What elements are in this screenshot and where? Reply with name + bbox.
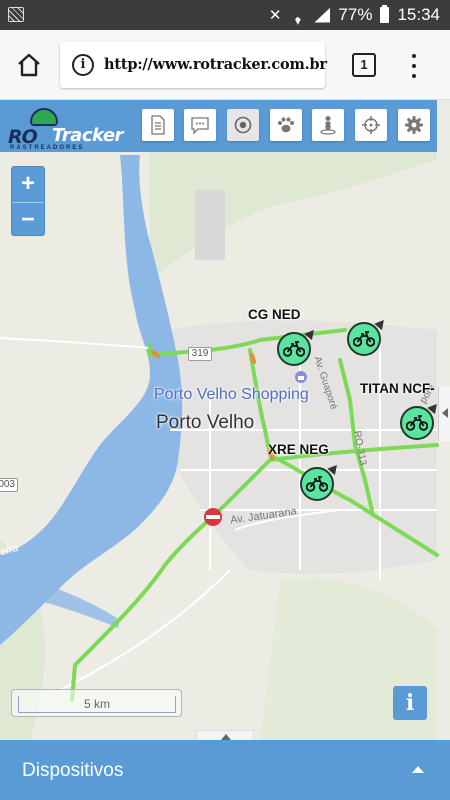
track-button[interactable] — [227, 109, 259, 141]
settings-button[interactable] — [398, 109, 430, 141]
person-location-button[interactable] — [312, 109, 344, 141]
motorcycle-icon — [406, 415, 428, 431]
scale-label: 5 km — [18, 696, 176, 713]
gear-icon — [405, 116, 423, 134]
devices-label: Dispositivos — [22, 760, 124, 781]
tabs-button[interactable]: 1 — [352, 53, 376, 77]
app-toolbar: RO Tracker RASTREADORES — [0, 100, 437, 152]
paw-icon — [278, 117, 294, 133]
vehicle-marker[interactable] — [300, 467, 334, 501]
chat-icon — [191, 117, 209, 135]
browser-menu-button[interactable] — [406, 52, 422, 80]
expand-up-icon[interactable] — [412, 766, 424, 773]
motorcycle-icon — [353, 331, 375, 347]
status-bar: ✕ 77% 15:34 — [0, 0, 450, 30]
vehicle-marker[interactable] — [400, 406, 434, 440]
battery-percent: 77% — [338, 5, 373, 24]
wifi-icon — [289, 8, 306, 22]
notification-icon — [8, 7, 24, 22]
vehicle-marker[interactable] — [277, 332, 311, 366]
devices-panel-bar[interactable]: Dispositivos — [0, 740, 450, 800]
city-label: Porto Velho — [156, 412, 255, 433]
battery-icon — [380, 5, 390, 23]
vehicle-label: CG NED — [248, 307, 301, 322]
person-pin-icon — [320, 116, 336, 135]
address-bar[interactable]: i http://www.rotracker.com.br — [60, 42, 327, 88]
info-button[interactable]: i — [393, 686, 427, 720]
map-scale: 5 km — [11, 689, 182, 717]
rotracker-logo: RO Tracker RASTREADORES — [8, 108, 128, 151]
reports-button[interactable] — [142, 109, 174, 141]
signal-icon — [314, 7, 331, 23]
highway-003-shield: 003 — [0, 478, 18, 492]
zoom-out-button[interactable]: − — [12, 202, 44, 237]
zoom-control: + − — [11, 166, 45, 236]
vehicle-label: XRE NEG — [268, 442, 329, 457]
mute-icon: ✕ — [268, 7, 282, 24]
home-button[interactable] — [16, 52, 42, 78]
poi-label[interactable]: Porto Velho Shopping — [154, 386, 309, 404]
locate-button[interactable] — [355, 109, 387, 141]
map-view[interactable]: 319 003 Porto Velho Shopping Porto Velho… — [0, 100, 450, 740]
side-panel-toggle[interactable] — [438, 387, 450, 441]
document-icon — [151, 115, 165, 135]
highway-319-shield: 319 — [188, 347, 212, 361]
home-icon — [18, 53, 40, 77]
browser-toolbar: i http://www.rotracker.com.br 1 — [0, 30, 450, 100]
crosshair-icon — [362, 116, 380, 134]
motorcycle-icon — [283, 341, 305, 357]
target-circle-icon — [234, 116, 252, 134]
site-info-icon[interactable]: i — [72, 54, 94, 76]
url-text[interactable]: http://www.rotracker.com.br — [104, 56, 327, 73]
vehicle-marker[interactable] — [347, 322, 381, 356]
vehicle-label: TITAN NCF- — [360, 381, 435, 396]
zoom-in-button[interactable]: + — [12, 167, 44, 202]
motorcycle-icon — [306, 476, 328, 492]
clock: 15:34 — [397, 5, 440, 24]
bottom-panel-handle[interactable] — [196, 730, 254, 740]
messages-button[interactable] — [184, 109, 216, 141]
pet-tracking-button[interactable] — [270, 109, 302, 141]
